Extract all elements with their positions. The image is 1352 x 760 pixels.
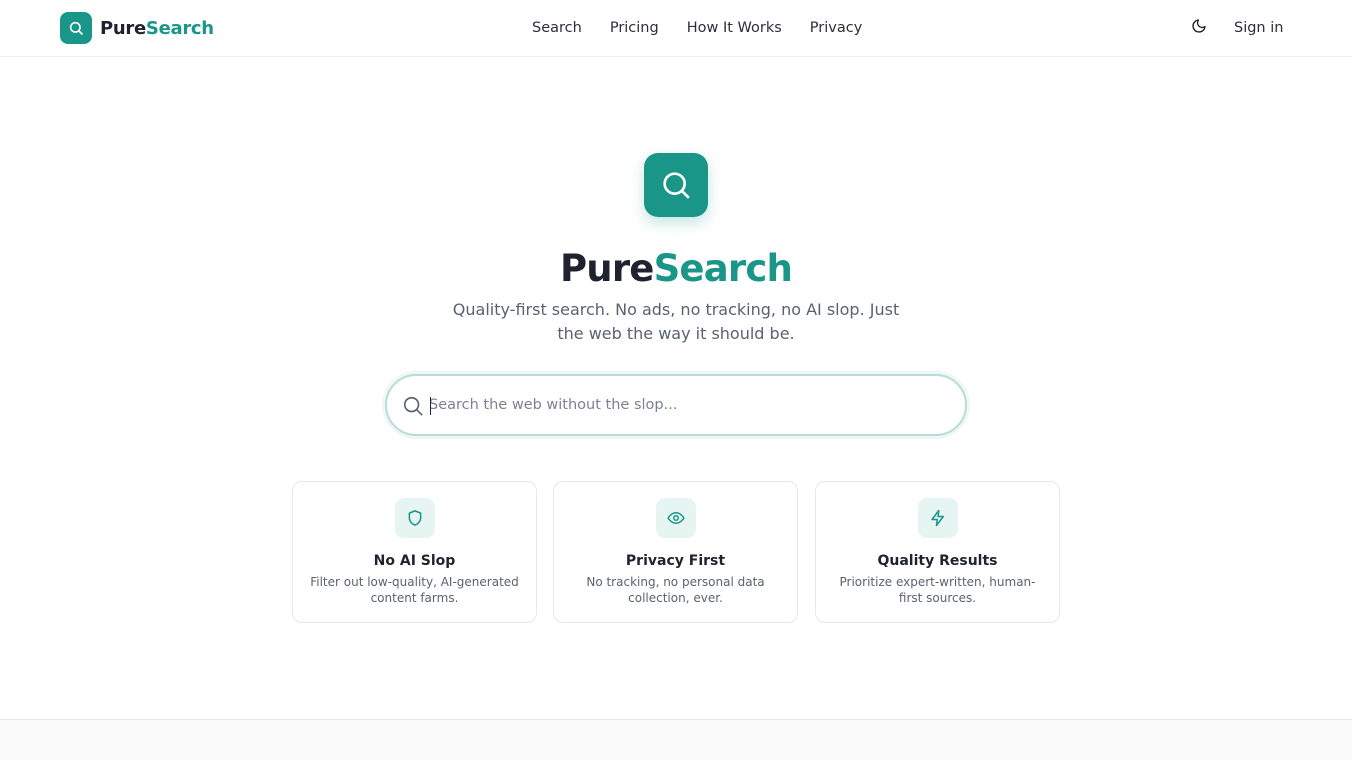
top-navbar: PureSearch Search Pricing How It Works P… <box>0 0 1352 57</box>
logo-text: PureSearch <box>100 18 214 39</box>
page-title-part2: Search <box>653 247 793 290</box>
eye-icon <box>656 498 696 538</box>
feature-description: Filter out low-quality, AI-generated con… <box>310 575 519 605</box>
search-box[interactable] <box>385 374 967 436</box>
footer <box>0 719 1352 760</box>
search-icon <box>60 12 92 44</box>
logo-link[interactable]: PureSearch <box>60 12 214 44</box>
sign-in-link[interactable]: Sign in <box>1234 18 1283 38</box>
nav-item-search[interactable]: Search <box>532 18 582 38</box>
search-icon <box>402 395 424 417</box>
hero-subtitle: Quality-first search. No ads, no trackin… <box>452 300 900 343</box>
theme-toggle-button[interactable] <box>1188 17 1210 39</box>
nav-item-how-it-works[interactable]: How It Works <box>687 18 782 38</box>
feature-title: Quality Results <box>877 553 998 569</box>
logo-text-part2: Search <box>145 17 214 39</box>
moon-icon <box>1191 18 1207 38</box>
page-title: PureSearch <box>0 246 1352 292</box>
nav-item-privacy[interactable]: Privacy <box>810 18 863 38</box>
lightning-icon <box>918 498 958 538</box>
feature-title: Privacy First <box>625 553 726 569</box>
search-icon <box>644 153 708 217</box>
shield-icon <box>395 498 435 538</box>
logo-text-part1: Pure <box>100 17 146 39</box>
feature-description: Prioritize expert-written, human-first s… <box>839 575 1036 605</box>
feature-card-quality-results: Quality Results Prioritize expert-writte… <box>815 481 1060 623</box>
feature-card-privacy-first: Privacy First No tracking, no personal d… <box>553 481 798 623</box>
nav-item-pricing[interactable]: Pricing <box>610 18 659 38</box>
feature-title: No AI Slop <box>373 553 456 569</box>
search-input[interactable] <box>429 386 949 424</box>
page-title-part1: Pure <box>559 247 654 290</box>
feature-description: No tracking, no personal data collection… <box>586 575 765 605</box>
feature-card-no-ai-slop: No AI Slop Filter out low-quality, AI-ge… <box>292 481 537 623</box>
text-caret <box>430 397 431 415</box>
main-nav: Search Pricing How It Works Privacy <box>532 18 862 38</box>
